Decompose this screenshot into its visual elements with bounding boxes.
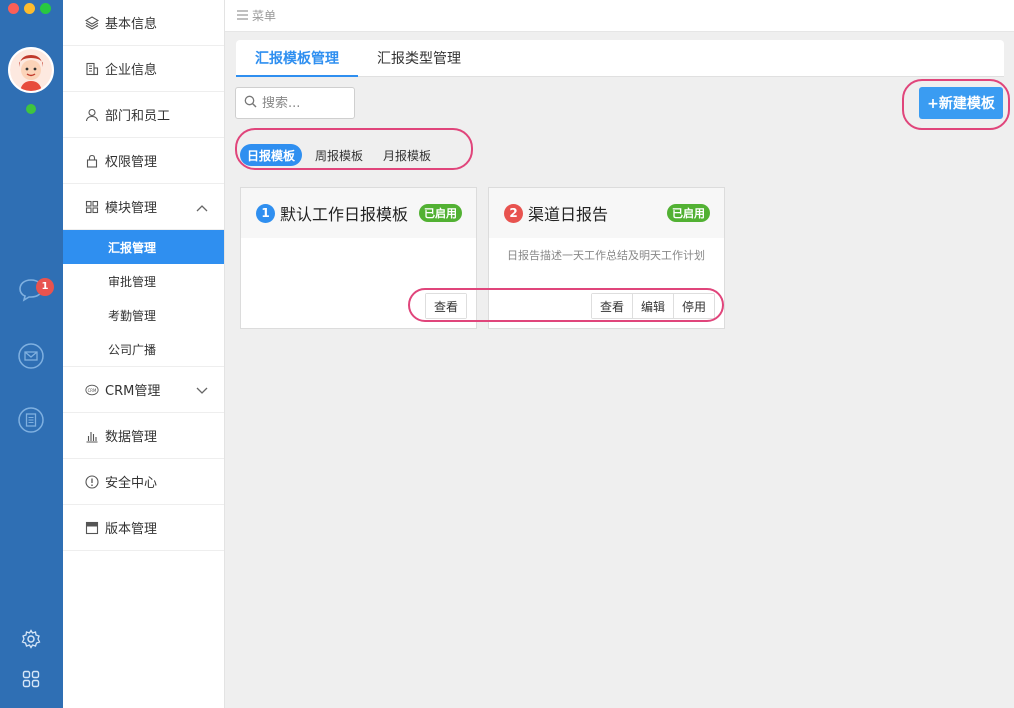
template-number-badge: 2 <box>504 203 523 223</box>
sidebar-item-permissions[interactable]: 权限管理 <box>63 138 224 184</box>
search-icon <box>244 95 257 111</box>
svg-text:CRM: CRM <box>88 387 97 392</box>
sidebar-subitem-company-broadcast[interactable]: 公司广播 <box>63 332 224 366</box>
sidebar-item-label: CRM管理 <box>105 384 161 399</box>
sidebar-item-company-info[interactable]: 企业信息 <box>63 46 224 92</box>
template-actions: 查看 <box>424 293 467 319</box>
sidebar-item-label: 权限管理 <box>105 155 158 170</box>
view-button[interactable]: 查看 <box>425 294 466 318</box>
crm-icon: CRM <box>85 383 99 397</box>
settings-gear-icon[interactable] <box>17 625 45 653</box>
menu-bar[interactable]: 菜单 <box>225 0 1014 32</box>
template-description: 日报告描述一天工作总结及明天工作计划 <box>507 249 705 262</box>
template-title: 渠道日报告 <box>528 205 609 224</box>
alert-icon <box>85 474 99 489</box>
sidebar-item-security[interactable]: 安全中心 <box>63 459 224 505</box>
card-icon <box>85 521 99 535</box>
grid-icon <box>85 200 99 214</box>
sidebar-item-data[interactable]: 数据管理 <box>63 413 224 459</box>
sidebar-subitem-attendance-management[interactable]: 考勤管理 <box>63 298 224 332</box>
subtab-daily-templates[interactable]: 日报模板 <box>240 144 303 166</box>
mail-icon[interactable] <box>17 342 45 370</box>
sidebar-item-label: 数据管理 <box>105 430 158 445</box>
sidebar-item-version[interactable]: 版本管理 <box>63 505 224 551</box>
modules-submenu: 汇报管理 审批管理 考勤管理 公司广播 <box>63 230 224 367</box>
chevron-down-icon[interactable] <box>196 384 208 399</box>
subtab-monthly-templates[interactable]: 月报模板 <box>376 144 438 166</box>
main-content: 菜单 汇报模板管理 汇报类型管理 +新建模板 日报模板 周报模板 月报模板 1 … <box>225 0 1014 708</box>
new-template-button[interactable]: +新建模板 <box>919 87 1003 119</box>
user-icon <box>85 108 99 122</box>
status-badge: 已启用 <box>419 204 462 222</box>
template-card-header: 1 默认工作日报模板 已启用 <box>241 188 476 238</box>
sidebar-subitem-approval-management[interactable]: 审批管理 <box>63 264 224 298</box>
status-badge: 已启用 <box>667 204 710 222</box>
sidebar-nav: 基本信息 企业信息 部门和员工 权限管理 模块管理 汇报管理 审批管理 考勤管理… <box>63 0 225 708</box>
avatar[interactable] <box>8 47 54 93</box>
template-actions: 查看 编辑 停用 <box>590 293 715 319</box>
menu-label: 菜单 <box>252 9 277 23</box>
sidebar-item-basic-info[interactable]: 基本信息 <box>63 0 224 46</box>
search-box[interactable] <box>235 87 355 119</box>
template-card-header: 2 渠道日报告 已启用 <box>489 188 724 238</box>
layers-icon <box>85 15 99 30</box>
chevron-up-icon[interactable] <box>196 201 208 216</box>
tab-report-types[interactable]: 汇报类型管理 <box>358 40 480 76</box>
close-window-button[interactable] <box>8 3 19 14</box>
template-card: 1 默认工作日报模板 已启用 查看 <box>240 187 477 329</box>
sidebar-item-label: 部门和员工 <box>105 109 171 124</box>
maximize-window-button[interactable] <box>40 3 51 14</box>
sidebar-item-departments[interactable]: 部门和员工 <box>63 92 224 138</box>
search-input[interactable] <box>262 95 350 111</box>
template-description <box>241 238 476 280</box>
template-title: 默认工作日报模板 <box>280 205 409 224</box>
sidebar-item-crm[interactable]: CRM CRM管理 <box>63 367 224 413</box>
sidebar-item-label: 企业信息 <box>105 63 158 78</box>
subtab-weekly-templates[interactable]: 周报模板 <box>308 144 370 166</box>
app-rail: 1 <box>0 0 63 708</box>
template-number-badge: 1 <box>256 203 275 223</box>
sidebar-subitem-report-management[interactable]: 汇报管理 <box>63 230 224 264</box>
template-card: 2 渠道日报告 已启用 日报告描述一天工作总结及明天工作计划 查看 编辑 停用 <box>488 187 725 329</box>
window-controls <box>8 3 51 14</box>
hamburger-icon[interactable] <box>237 9 248 23</box>
chat-unread-badge: 1 <box>36 278 54 296</box>
sidebar-item-label: 基本信息 <box>105 17 158 32</box>
bar-chart-icon <box>85 429 99 443</box>
edit-button[interactable]: 编辑 <box>631 294 673 318</box>
sidebar-item-modules[interactable]: 模块管理 <box>63 184 224 230</box>
view-button[interactable]: 查看 <box>591 294 632 318</box>
sidebar-item-label: 安全中心 <box>105 476 158 491</box>
online-status-dot <box>26 104 36 114</box>
minimize-window-button[interactable] <box>24 3 35 14</box>
apps-grid-icon[interactable] <box>17 665 45 693</box>
template-type-tabs: 日报模板 周报模板 月报模板 <box>240 144 438 166</box>
tab-report-templates[interactable]: 汇报模板管理 <box>236 40 358 77</box>
document-icon[interactable] <box>17 406 45 434</box>
lock-icon <box>85 154 99 168</box>
building-icon <box>85 62 99 76</box>
disable-button[interactable]: 停用 <box>672 294 714 318</box>
tab-bar: 汇报模板管理 汇报类型管理 <box>236 40 1004 77</box>
sidebar-item-label: 模块管理 <box>105 201 158 216</box>
sidebar-item-label: 版本管理 <box>105 522 158 537</box>
